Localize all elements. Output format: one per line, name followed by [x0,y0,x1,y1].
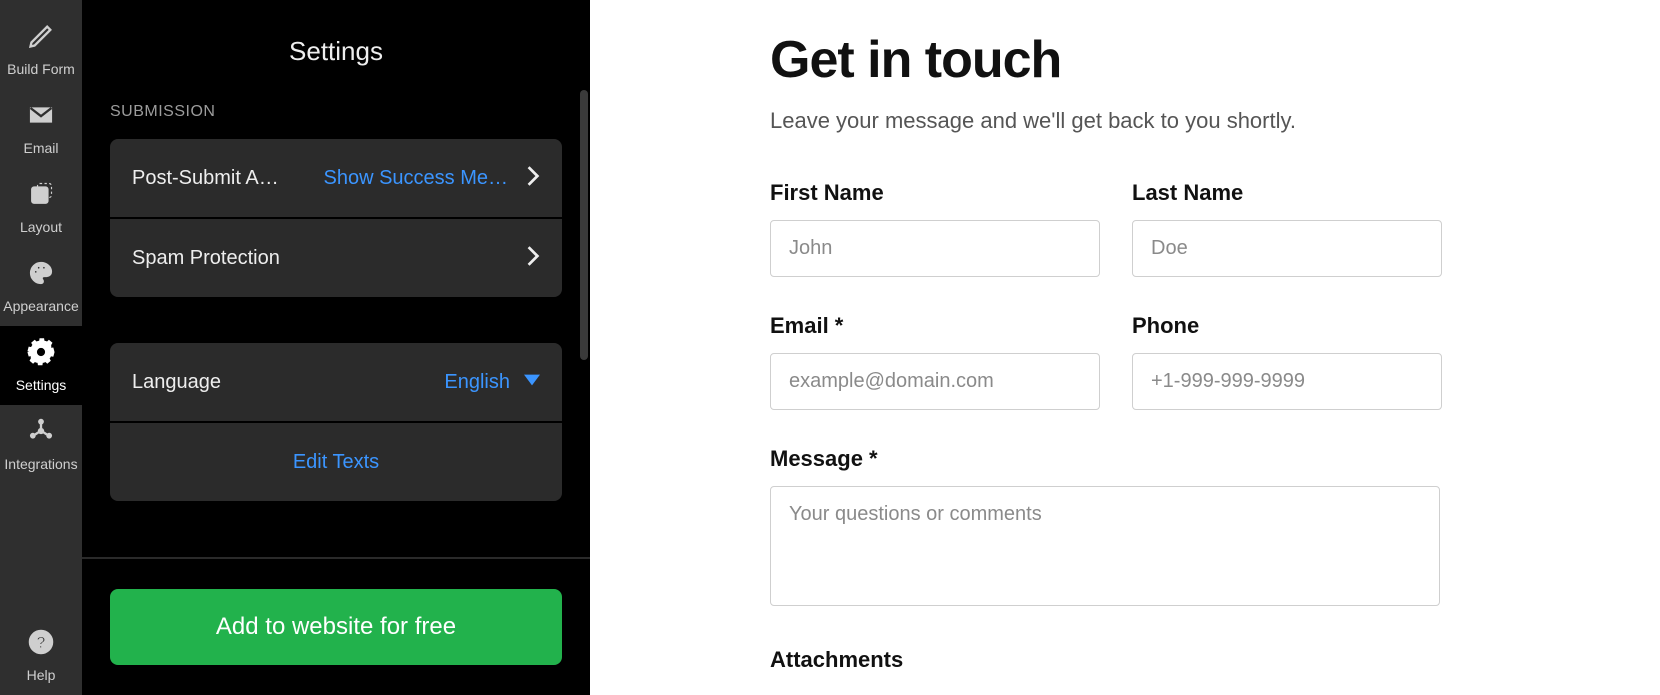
rail-label: Layout [20,219,62,235]
chevron-right-icon [526,165,540,192]
form-title: Get in touch [770,30,1600,90]
panel-title: Settings [110,0,562,97]
rail-item-email[interactable]: Email [0,89,82,168]
form-preview: Get in touch Leave your message and we'l… [590,0,1660,695]
row-value: English [444,371,510,394]
message-label: Message * [770,446,1442,472]
layout-icon [27,180,55,213]
row-label: Language [132,371,221,394]
rail-item-settings[interactable]: Settings [0,326,82,405]
rail-label: Build Form [7,61,75,77]
rail-item-help[interactable]: ? Help [0,616,82,695]
integrations-icon [27,417,55,450]
add-to-website-button[interactable]: Add to website for free [110,589,562,665]
rail-label: Appearance [3,298,79,314]
phone-input[interactable] [1132,353,1442,410]
last-name-input[interactable] [1132,220,1442,277]
help-icon: ? [27,628,55,661]
rail-item-appearance[interactable]: Appearance [0,247,82,326]
rail-label: Integrations [4,456,77,472]
rail-label: Help [27,667,56,683]
rail-label: Settings [16,377,67,393]
rail-label: Email [23,140,58,156]
section-submission: SUBMISSION [110,103,562,121]
rail-item-integrations[interactable]: Integrations [0,405,82,484]
first-name-label: First Name [770,180,1100,206]
row-value: Show Success Me… [323,167,508,190]
row-label: Spam Protection [132,247,280,270]
mail-icon [27,101,55,134]
row-label: Post-Submit A… [132,167,279,190]
nav-rail: Build Form Email Layout Appearance Setti… [0,0,82,695]
last-name-label: Last Name [1132,180,1442,206]
row-post-submit-action[interactable]: Post-Submit A… Show Success Me… [110,139,562,217]
pencil-icon [27,22,55,55]
first-name-input[interactable] [770,220,1100,277]
row-spam-protection[interactable]: Spam Protection [110,219,562,297]
email-label: Email * [770,313,1100,339]
rail-item-layout[interactable]: Layout [0,168,82,247]
settings-panel: Settings SUBMISSION Post-Submit A… Show … [82,0,590,695]
caret-down-icon [524,373,540,391]
gear-icon [27,338,55,371]
message-textarea[interactable] [770,486,1440,606]
email-input[interactable] [770,353,1100,410]
attachments-label: Attachments [770,647,1442,673]
phone-label: Phone [1132,313,1442,339]
palette-icon [27,259,55,292]
scrollbar[interactable] [580,90,588,360]
form-description: Leave your message and we'll get back to… [770,108,1600,134]
rail-item-build-form[interactable]: Build Form [0,10,82,89]
row-edit-texts[interactable]: Edit Texts [110,423,562,501]
row-language[interactable]: Language English [110,343,562,421]
edit-texts-link: Edit Texts [293,451,379,474]
chevron-right-icon [526,245,540,272]
svg-text:?: ? [36,634,46,652]
